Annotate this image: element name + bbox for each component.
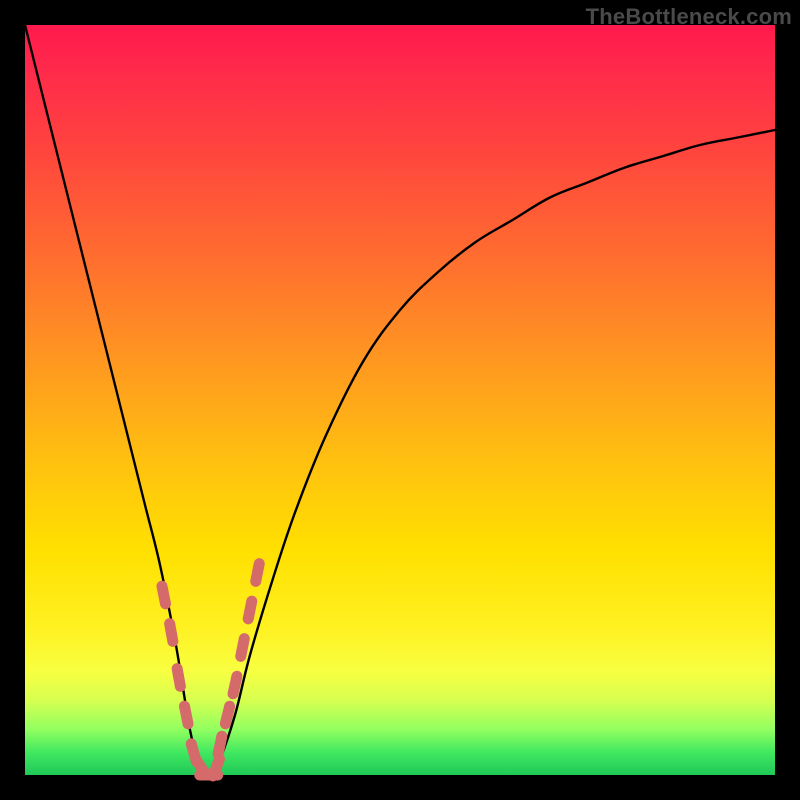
highlight-dot	[233, 676, 237, 694]
highlight-dots	[162, 564, 259, 776]
watermark-text: TheBottleneck.com	[586, 4, 792, 30]
highlight-dot	[170, 624, 173, 642]
highlight-dot	[184, 706, 188, 724]
highlight-dot	[218, 736, 222, 754]
highlight-dot	[162, 586, 166, 604]
highlight-dot	[248, 601, 252, 619]
bottleneck-curve	[25, 25, 775, 777]
plot-area	[25, 25, 775, 775]
highlight-dot	[213, 759, 219, 776]
highlight-dot	[177, 669, 180, 687]
highlight-dot	[225, 706, 229, 723]
chart-frame: TheBottleneck.com	[0, 0, 800, 800]
highlight-dot	[241, 639, 245, 657]
highlight-dot	[256, 564, 260, 582]
curve-layer	[25, 25, 775, 775]
